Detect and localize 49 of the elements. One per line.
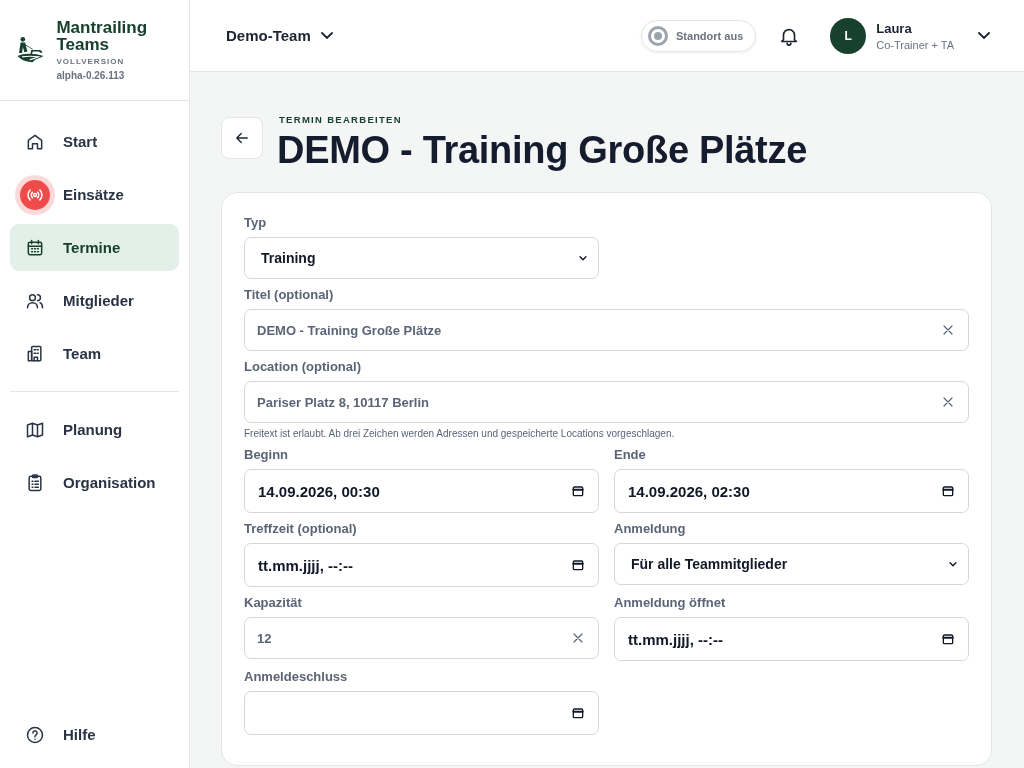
calendar-icon (570, 557, 586, 573)
page-title: DEMO - Training Große Plätze (277, 129, 807, 172)
field-label: Titel (optional) (244, 287, 335, 302)
input-field[interactable]: Pariser Platz 8, 10117 Berlin (244, 381, 969, 423)
field-label: Ende (614, 447, 647, 462)
help-icon (25, 724, 45, 745)
date-time-field[interactable]: tt.mm.jjjj, --:-- (614, 617, 969, 661)
date-time-field[interactable]: 14.09.2026, 02:30 (614, 469, 969, 513)
input-field[interactable]: 12 (244, 617, 599, 659)
input-field[interactable]: DEMO - Training Große Plätze (244, 309, 969, 351)
page-eyebrow: TERMIN BEARBEITEN (279, 114, 403, 125)
avatar: L (830, 17, 867, 54)
chevron-down-icon (320, 32, 333, 39)
field-label: Treffzeit (optional) (244, 521, 358, 536)
nav-item[interactable]: Start (10, 118, 179, 165)
building-icon (25, 343, 45, 364)
edition-label: VOLLVERSION (56, 57, 126, 66)
field-label: Typ (244, 215, 268, 230)
date-time-field[interactable]: 14.09.2026, 00:30 (244, 469, 599, 513)
nav-item[interactable]: Mitglieder (10, 277, 179, 324)
chevron-down-icon (978, 32, 990, 39)
nav-item[interactable]: Team (10, 330, 179, 377)
field-label: Anmeldeschluss (244, 669, 349, 684)
field-label: Kapazität (244, 595, 303, 610)
select-field[interactable]: Training (244, 237, 599, 279)
user-menu[interactable]: L Laura Co-Trainer + TA (830, 17, 990, 54)
field-hint: Freitext ist erlaubt. Ab drei Zeichen werden Adressen und gespeicherte Locations vorgeschlagen. (244, 428, 676, 439)
back-button[interactable] (221, 117, 263, 159)
calendar-icon (570, 483, 586, 499)
calendar-icon (25, 237, 45, 258)
nav-item[interactable]: Einsätze (10, 171, 179, 218)
team-switcher[interactable]: Demo-Team (226, 27, 333, 44)
nav-item[interactable]: Termine (10, 224, 179, 271)
field-label: Anmeldung (614, 521, 687, 536)
version-label: alpha-0.26.113 (56, 70, 126, 81)
help-link[interactable]: Hilfe (10, 711, 179, 758)
nav-item[interactable]: Planung (10, 406, 179, 453)
clipboard-icon (25, 472, 45, 493)
brand-name: Mantrailing Teams (56, 19, 149, 53)
calendar-icon (940, 631, 956, 647)
calendar-icon (940, 483, 956, 499)
select-field[interactable]: Für alle Teammitglieder (614, 543, 969, 585)
field-label: Location (optional) (244, 359, 362, 374)
nav-item[interactable]: Organisation (10, 459, 179, 506)
date-time-field[interactable] (244, 691, 599, 735)
field-label: Anmeldung öffnet (614, 595, 727, 610)
calendar-icon (570, 705, 586, 721)
date-time-field[interactable]: tt.mm.jjjj, --:-- (244, 543, 599, 587)
field-label: Beginn (244, 447, 290, 462)
